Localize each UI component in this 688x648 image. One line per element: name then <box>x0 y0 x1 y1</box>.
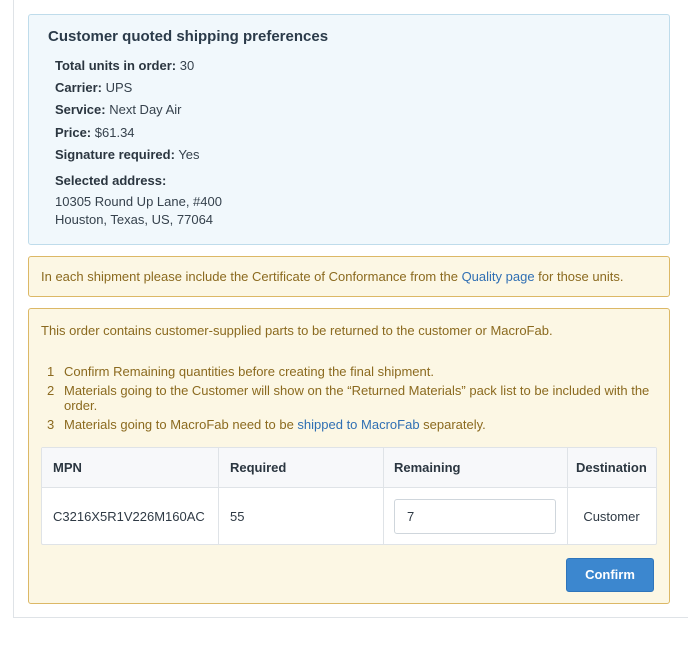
step-text: Confirm Remaining quantities before crea… <box>64 364 434 379</box>
column-divider <box>383 448 384 544</box>
address-line-2: Houston, Texas, US, 77064 <box>55 212 214 227</box>
step-number: 2 <box>47 383 55 398</box>
signature-row: Signature required: Yes <box>55 147 200 162</box>
return-materials-panel: This order contains customer-supplied pa… <box>28 308 670 604</box>
service-value: Next Day Air <box>109 102 182 117</box>
step-item-2: 2 Materials going to the Customer will s… <box>47 383 667 413</box>
coc-notice-suffix: for those units. <box>534 269 624 284</box>
column-header-remaining: Remaining <box>383 448 567 488</box>
column-header-required: Required <box>218 448 383 488</box>
column-header-mpn: MPN <box>42 448 218 488</box>
step-number: 3 <box>47 417 55 432</box>
service-row: Service: Next Day Air <box>55 102 181 117</box>
return-intro-text: This order contains customer-supplied pa… <box>41 323 553 338</box>
step-item-3: 3 Materials going to MacroFab need to be… <box>47 417 667 432</box>
total-units-row: Total units in order: 30 <box>55 58 194 73</box>
shipping-preferences-panel: Customer quoted shipping preferences Tot… <box>28 14 670 245</box>
carrier-row: Carrier: UPS <box>55 80 132 95</box>
carrier-value: UPS <box>105 80 133 95</box>
remaining-quantity-input[interactable] <box>394 499 556 534</box>
coc-notice-prefix: In each shipment please include the Cert… <box>41 269 462 284</box>
coc-notice: In each shipment please include the Cert… <box>28 256 670 297</box>
shipping-preferences-title: Customer quoted shipping preferences <box>48 28 329 45</box>
service-label: Service: <box>55 102 106 117</box>
column-header-destination: Destination <box>567 448 656 488</box>
price-value: $61.34 <box>94 125 135 140</box>
signature-label: Signature required: <box>55 147 175 162</box>
address-label: Selected address: <box>55 173 167 188</box>
carrier-label: Carrier: <box>55 80 102 95</box>
confirm-button[interactable]: Confirm <box>566 558 654 592</box>
parts-table: MPN Required Remaining Destination C3216… <box>41 447 657 545</box>
total-units-value: 30 <box>179 58 195 73</box>
cell-mpn: C3216X5R1V226M160AC <box>53 509 205 524</box>
address-line-1: 10305 Round Up Lane, #400 <box>55 194 222 209</box>
step-text: Materials going to MacroFab need to be s… <box>64 417 486 432</box>
quality-page-link[interactable]: Quality page <box>462 269 535 284</box>
price-label: Price: <box>55 125 92 140</box>
cell-required: 55 <box>230 509 245 524</box>
cell-destination: Customer <box>583 509 640 524</box>
signature-value: Yes <box>178 147 200 162</box>
step-text: Materials going to the Customer will sho… <box>64 383 650 413</box>
price-row: Price: $61.34 <box>55 125 135 140</box>
shipped-to-macrofab-link[interactable]: shipped to MacroFab <box>297 417 419 432</box>
total-units-label: Total units in order: <box>55 58 177 73</box>
step-number: 1 <box>47 364 55 379</box>
step-item-1: 1 Confirm Remaining quantities before cr… <box>47 364 667 379</box>
